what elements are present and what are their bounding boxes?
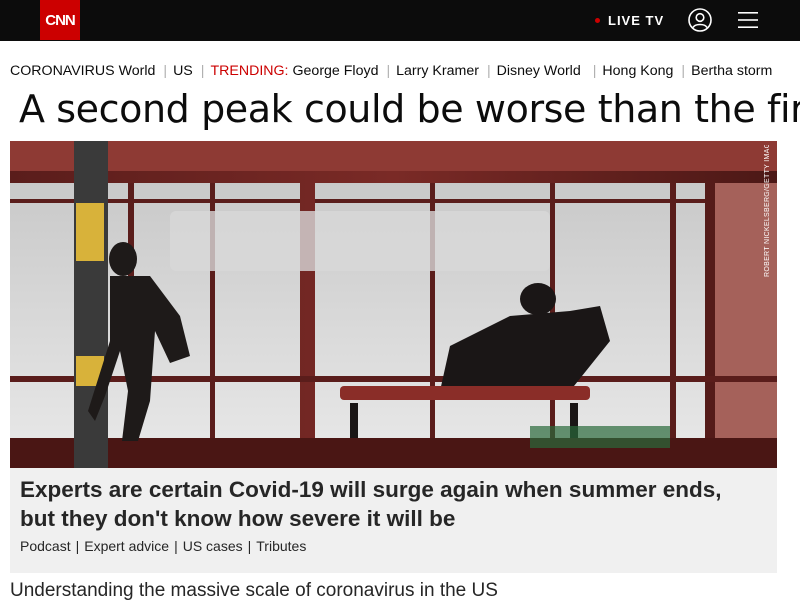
divider: | — [247, 538, 252, 554]
trending-bar: CORONAVIRUS World | US | TRENDING: Georg… — [10, 61, 772, 81]
hero-caption-headline[interactable]: Experts are certain Covid-19 will surge … — [20, 475, 760, 533]
divider: | — [163, 63, 168, 79]
cnn-logo[interactable]: CNN — [40, 0, 80, 40]
related-link-tributes[interactable]: Tributes — [256, 538, 306, 554]
ambulance-scene-photo — [10, 141, 777, 468]
hamburger-menu-icon[interactable] — [738, 11, 758, 29]
related-links: Podcast | Expert advice | US cases | Tri… — [20, 538, 306, 554]
related-link-us-cases[interactable]: US cases — [183, 538, 243, 554]
hero-image[interactable] — [10, 141, 777, 468]
photo-credit: ROBERT NICKELSBERG/GETTY IMAGES — [764, 145, 771, 277]
coronavirus-us-link[interactable]: US — [173, 63, 193, 79]
divider: | — [75, 538, 80, 554]
live-tv-button[interactable]: LIVE TV — [595, 11, 664, 29]
trending-link-george-floyd[interactable]: George Floyd — [293, 63, 379, 79]
divider: | — [486, 63, 491, 79]
top-nav-bar: CNN LIVE TV — [0, 0, 800, 41]
trending-link-hong-kong[interactable]: Hong Kong — [602, 63, 673, 79]
story-subheadline[interactable]: Understanding the massive scale of coron… — [10, 580, 498, 600]
trending-link-larry-kramer[interactable]: Larry Kramer — [396, 63, 479, 79]
page-headline[interactable]: A second peak could be worse than the fi… — [19, 87, 800, 131]
divider: | — [200, 63, 205, 79]
divider: | — [592, 63, 597, 79]
trending-label: TRENDING: — [210, 63, 289, 79]
coronavirus-world-link[interactable]: World — [119, 63, 156, 79]
related-link-expert-advice[interactable]: Expert advice — [84, 538, 169, 554]
live-tv-label: LIVE TV — [608, 12, 665, 28]
trending-link-disney-world[interactable]: Disney World — [497, 63, 581, 79]
coronavirus-link[interactable]: CORONAVIRUS — [10, 63, 115, 79]
trending-link-bertha-storm[interactable]: Bertha storm — [691, 63, 772, 79]
live-indicator-dot-icon — [595, 17, 600, 23]
divider: | — [174, 538, 178, 554]
divider: | — [386, 63, 391, 79]
user-account-icon[interactable] — [688, 8, 712, 32]
divider: | — [681, 63, 686, 79]
related-link-podcast[interactable]: Podcast — [20, 538, 71, 554]
